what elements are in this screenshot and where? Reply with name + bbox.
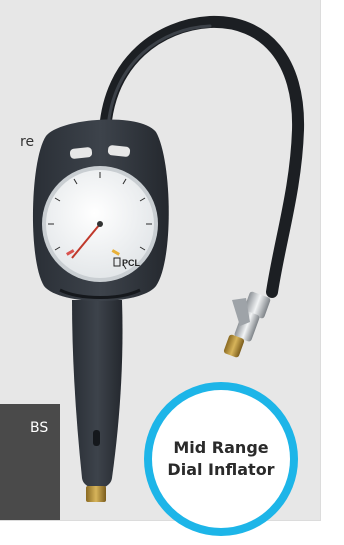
brass-outlet	[86, 486, 106, 502]
badge-title-line2: Dial Inflator	[167, 460, 275, 479]
gauge-brand-label: PCL	[122, 258, 141, 268]
badge-title-line1: Mid Range	[173, 438, 269, 457]
inflator-handle	[72, 300, 123, 489]
product-name-badge: Mid Range Dial Inflator	[144, 382, 298, 536]
air-chuck	[223, 291, 271, 358]
